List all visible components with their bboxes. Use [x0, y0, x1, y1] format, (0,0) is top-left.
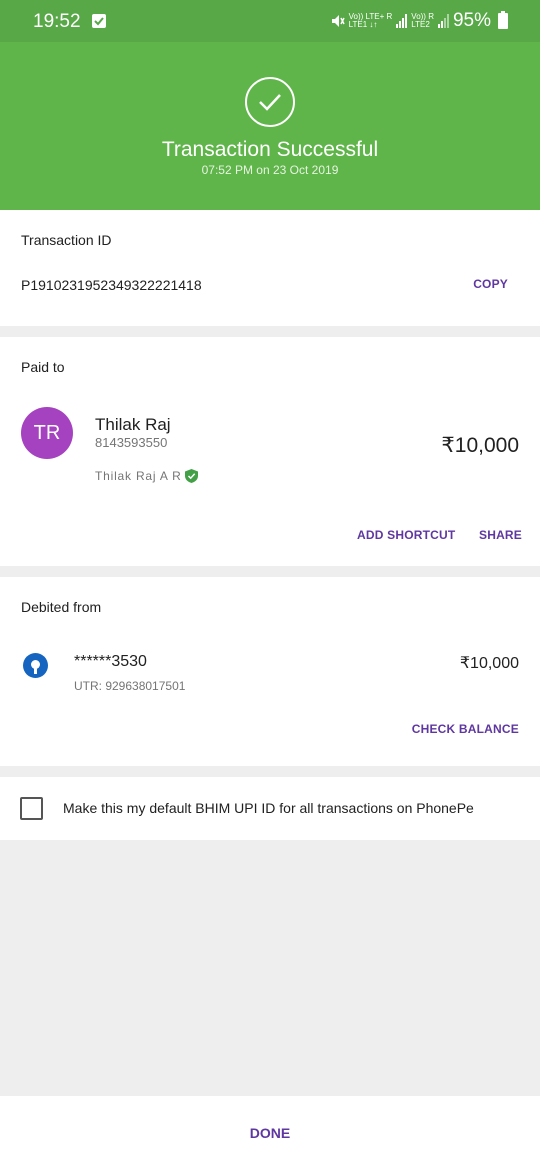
- mute-icon: [331, 15, 345, 27]
- payee-name: Thilak Raj: [95, 415, 171, 434]
- default-upi-option: Make this my default BHIM UPI ID for all…: [0, 777, 540, 840]
- signal-icon: [437, 14, 449, 28]
- page-title: Transaction Successful: [161, 138, 379, 161]
- paid-amount: ₹10,000: [441, 434, 519, 457]
- sim2-network: Vo)) R LTE2: [411, 12, 434, 29]
- account-number: ******3530: [74, 653, 147, 670]
- notification-check-icon: [92, 14, 106, 28]
- footer: DONE: [0, 1096, 540, 1170]
- debited-from-label: Debited from: [21, 599, 102, 615]
- status-icons: Vo)) LTE+ R LTE1 ↓↑ Vo)) R LTE2 95%: [331, 9, 508, 33]
- utr-number: UTR: 929638017501: [74, 679, 186, 693]
- bank-logo-icon: [23, 653, 48, 678]
- paid-to-card: Paid to TR Thilak Raj 8143593550 Thilak …: [0, 337, 540, 566]
- signal-icon: [396, 14, 408, 28]
- success-header: Transaction Successful 07:52 PM on 23 Oc…: [0, 42, 540, 210]
- transaction-id-card: Transaction ID P1910231952349322221418 C…: [0, 210, 540, 326]
- share-button[interactable]: SHARE: [479, 528, 522, 542]
- status-bar: 19:52 Vo)) LTE+ R LTE1 ↓↑ Vo)) R LTE2 95…: [0, 0, 540, 42]
- paid-to-label: Paid to: [21, 359, 65, 375]
- check-balance-button[interactable]: CHECK BALANCE: [412, 722, 519, 736]
- success-check-icon: [245, 77, 295, 127]
- transaction-id-label: Transaction ID: [21, 232, 112, 248]
- default-upi-label: Make this my default BHIM UPI ID for all…: [63, 800, 474, 816]
- battery-percent: 95%: [452, 10, 491, 31]
- payee-verified-name: Thilak Raj A R: [95, 469, 198, 483]
- default-upi-checkbox[interactable]: [20, 797, 43, 820]
- debited-amount: ₹10,000: [459, 655, 519, 672]
- add-shortcut-button[interactable]: ADD SHORTCUT: [357, 528, 455, 542]
- battery-icon: [498, 11, 508, 29]
- transaction-id-value: P1910231952349322221418: [21, 277, 202, 293]
- status-time: 19:52: [33, 11, 81, 32]
- copy-button[interactable]: COPY: [473, 277, 508, 291]
- verified-shield-icon: [184, 469, 198, 483]
- sim1-network: Vo)) LTE+ R LTE1 ↓↑: [348, 12, 393, 29]
- done-button[interactable]: DONE: [0, 1125, 540, 1141]
- payee-phone: 8143593550: [95, 435, 168, 450]
- transaction-datetime: 07:52 PM on 23 Oct 2019: [201, 163, 339, 177]
- avatar: TR: [21, 407, 73, 459]
- debited-from-card: Debited from ******3530 UTR: 92963801750…: [0, 577, 540, 766]
